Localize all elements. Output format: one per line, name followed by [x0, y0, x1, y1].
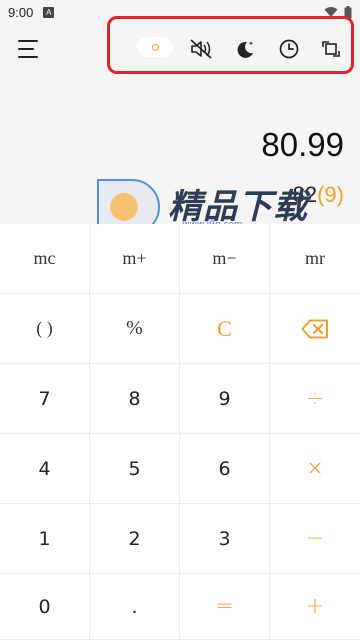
key-2[interactable]: 2: [90, 504, 180, 574]
theme-toggle-button[interactable]: [137, 37, 173, 57]
key-percent[interactable]: %: [90, 294, 180, 364]
expression-paren: (9): [317, 182, 344, 207]
menu-icon-line: [18, 48, 34, 50]
result-display: 80.99: [261, 126, 344, 163]
key-m-minus[interactable]: m−: [180, 224, 270, 294]
key-m-plus[interactable]: m+: [90, 224, 180, 294]
status-time: 9:00: [8, 4, 34, 20]
key-4[interactable]: 4: [0, 434, 90, 504]
key-6[interactable]: 6: [180, 434, 270, 504]
mute-icon: [190, 39, 212, 59]
key-mc[interactable]: mc: [0, 224, 90, 294]
history-button[interactable]: [274, 34, 304, 64]
mute-button[interactable]: [187, 34, 217, 64]
backspace-icon: [301, 319, 328, 338]
rotate-button[interactable]: [316, 34, 346, 64]
notification-badge: A: [43, 6, 55, 18]
menu-icon-line: [18, 56, 38, 58]
key-subtract[interactable]: −: [270, 504, 360, 574]
key-9[interactable]: 9: [180, 364, 270, 434]
key-add[interactable]: +: [270, 574, 360, 640]
menu-button[interactable]: [16, 38, 42, 60]
key-5[interactable]: 5: [90, 434, 180, 504]
key-7[interactable]: 7: [0, 364, 90, 434]
key-equals[interactable]: =: [180, 574, 270, 640]
theme-dot-icon: [151, 43, 159, 51]
key-3[interactable]: 3: [180, 504, 270, 574]
key-1[interactable]: 1: [0, 504, 90, 574]
key-multiply[interactable]: ×: [270, 434, 360, 504]
rotate-icon: [322, 41, 340, 57]
key-8[interactable]: 8: [90, 364, 180, 434]
key-divide[interactable]: ÷: [270, 364, 360, 434]
key-decimal[interactable]: .: [90, 574, 180, 640]
key-0[interactable]: 0: [0, 574, 90, 640]
menu-icon-line: [18, 40, 38, 42]
night-mode-icon: [237, 41, 254, 58]
night-mode-button[interactable]: [230, 34, 260, 64]
history-clock-icon: [279, 39, 299, 59]
key-parentheses[interactable]: ( ): [0, 294, 90, 364]
keypad: mc m+ m− mr ( ) % C 7 8 9 ÷ 4 5 6 × 1 2 …: [0, 224, 360, 640]
key-backspace[interactable]: [270, 294, 360, 364]
key-clear[interactable]: C: [180, 294, 270, 364]
key-mr[interactable]: mr: [270, 224, 360, 294]
